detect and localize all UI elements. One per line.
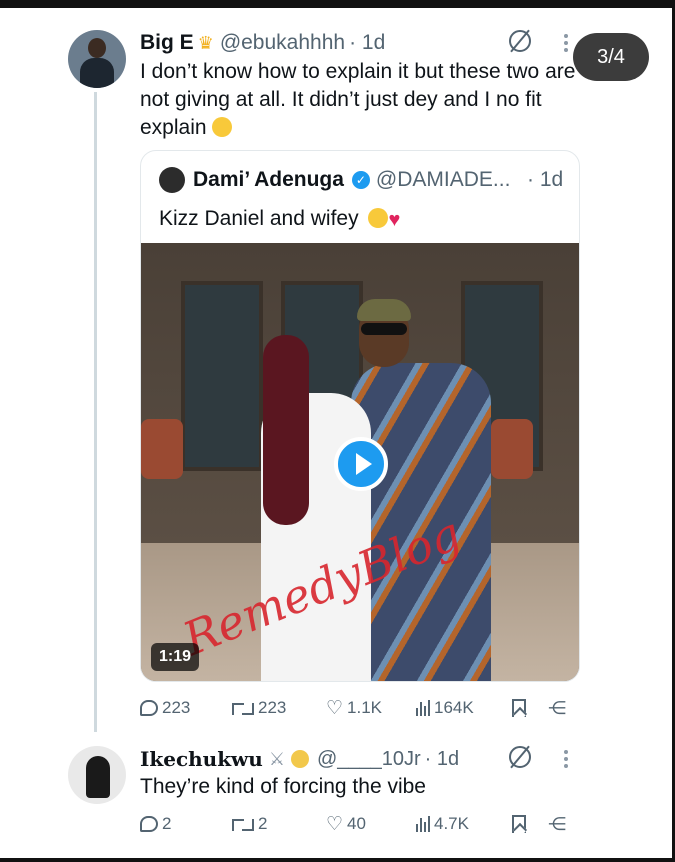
reply-tweet-text: They’re kind of forcing the vibe (140, 775, 426, 798)
video-player[interactable]: RemedyBlog 1:19 (141, 243, 579, 681)
top-frame-bar (0, 0, 675, 8)
video-man-cap (357, 299, 411, 321)
reply-tweet-time[interactable]: · 1d (425, 748, 459, 771)
crossed-swords-icon: ⚔ (268, 748, 285, 769)
quoted-tweet-text-content: Kizz Daniel and wifey (159, 207, 359, 230)
tweet-action-bar: 223 223 ♡ 1.1K 164K ⋲ (140, 695, 580, 721)
avatar-body (80, 58, 114, 88)
share-button[interactable]: ⋲ (548, 811, 566, 837)
bookmark-icon (512, 815, 526, 833)
grok-icon[interactable] (509, 746, 531, 768)
views-button[interactable]: 4.7K (416, 811, 469, 837)
play-icon[interactable] (334, 437, 388, 491)
author-name[interactable]: Big E (140, 31, 194, 55)
reply-icon (140, 816, 158, 832)
like-icon: ♡ (326, 813, 344, 835)
reply-avatar[interactable] (68, 746, 126, 804)
reply-avatar-figure (86, 756, 110, 798)
views-count: 164K (434, 698, 474, 717)
bookmark-icon (512, 699, 526, 717)
video-plant-pot (491, 419, 533, 479)
page-indicator: 3/4 (573, 33, 649, 81)
verified-icon: ✓ (351, 171, 370, 189)
reply-button[interactable]: 2 (140, 811, 171, 837)
reply-author-name[interactable]: Ikechukwu (140, 747, 263, 771)
quoted-tweet-time[interactable]: · 1d (527, 167, 563, 193)
quoted-author-handle[interactable]: @DAMIADE... (376, 168, 511, 192)
quoted-tweet-card[interactable]: Dami’ Adenuga ✓ @DAMIADE... · 1d Kizz Da… (140, 150, 580, 682)
video-plant-pot (141, 419, 183, 479)
quoted-tweet-text: Kizz Daniel and wifey ♥ (159, 205, 400, 234)
share-button[interactable]: ⋲ (548, 695, 566, 721)
repost-icon (232, 817, 254, 831)
reply-action-bar: 2 2 ♡ 40 4.7K ⋲ (140, 811, 580, 837)
quoted-tweet-header: Dami’ Adenuga ✓ @DAMIADE... (193, 167, 510, 193)
share-icon: ⋲ (548, 813, 566, 834)
repost-button[interactable]: 2 (232, 811, 267, 837)
reply-author-handle[interactable]: @____10Jr (317, 748, 421, 771)
crown-icon: ♛ (197, 32, 214, 53)
video-window (181, 281, 263, 471)
tired-face-emoji-icon (212, 117, 233, 137)
author-handle[interactable]: @ebukahhhh (220, 31, 345, 55)
grok-icon[interactable] (509, 30, 531, 52)
views-count: 4.7K (434, 814, 469, 833)
video-woman-hair (263, 335, 309, 525)
heart-eyes-emoji-icon (368, 208, 389, 228)
video-man-glasses (361, 323, 407, 335)
quoted-author-name[interactable]: Dami’ Adenuga (193, 168, 344, 192)
video-duration: 1:19 (151, 643, 200, 671)
like-button[interactable]: ♡ 1.1K (326, 695, 382, 721)
views-button[interactable]: 164K (416, 695, 474, 721)
more-icon[interactable] (564, 750, 568, 768)
bottom-frame-bar (0, 858, 675, 862)
repost-icon (232, 701, 254, 715)
tweet-text: I don’t know how to explain it but these… (140, 58, 580, 142)
avatar-head (88, 38, 106, 58)
repost-count: 2 (258, 814, 268, 833)
quoted-avatar[interactable] (159, 167, 185, 193)
reply-icon (140, 700, 158, 716)
bookmark-button[interactable] (512, 811, 526, 837)
reply-count: 223 (162, 698, 191, 717)
tweet-header: Big E ♛ @ebukahhhh · 1d (140, 30, 385, 56)
like-icon: ♡ (326, 697, 344, 719)
views-icon (416, 700, 430, 716)
reply-button[interactable]: 223 (140, 695, 190, 721)
more-icon[interactable] (564, 34, 568, 52)
reply-count: 2 (162, 814, 172, 833)
like-button[interactable]: ♡ 40 (326, 811, 366, 837)
repost-button[interactable]: 223 (232, 695, 286, 721)
like-count: 1.1K (347, 698, 383, 717)
tweet-time[interactable]: · 1d (349, 31, 385, 55)
bookmark-button[interactable] (512, 695, 526, 721)
reply-tweet-header: Ikechukwu ⚔ @____10Jr · 1d (140, 746, 459, 772)
red-heart-emoji-icon: ♥ (388, 209, 401, 231)
avatar[interactable] (68, 30, 126, 88)
like-count: 40 (347, 814, 366, 833)
thread-connector-line (94, 92, 97, 732)
repost-count: 223 (258, 698, 287, 717)
coin-icon (290, 750, 309, 768)
views-icon (416, 816, 430, 832)
tweet-text-content: I don’t know how to explain it but these… (140, 60, 576, 139)
share-icon: ⋲ (548, 697, 566, 718)
